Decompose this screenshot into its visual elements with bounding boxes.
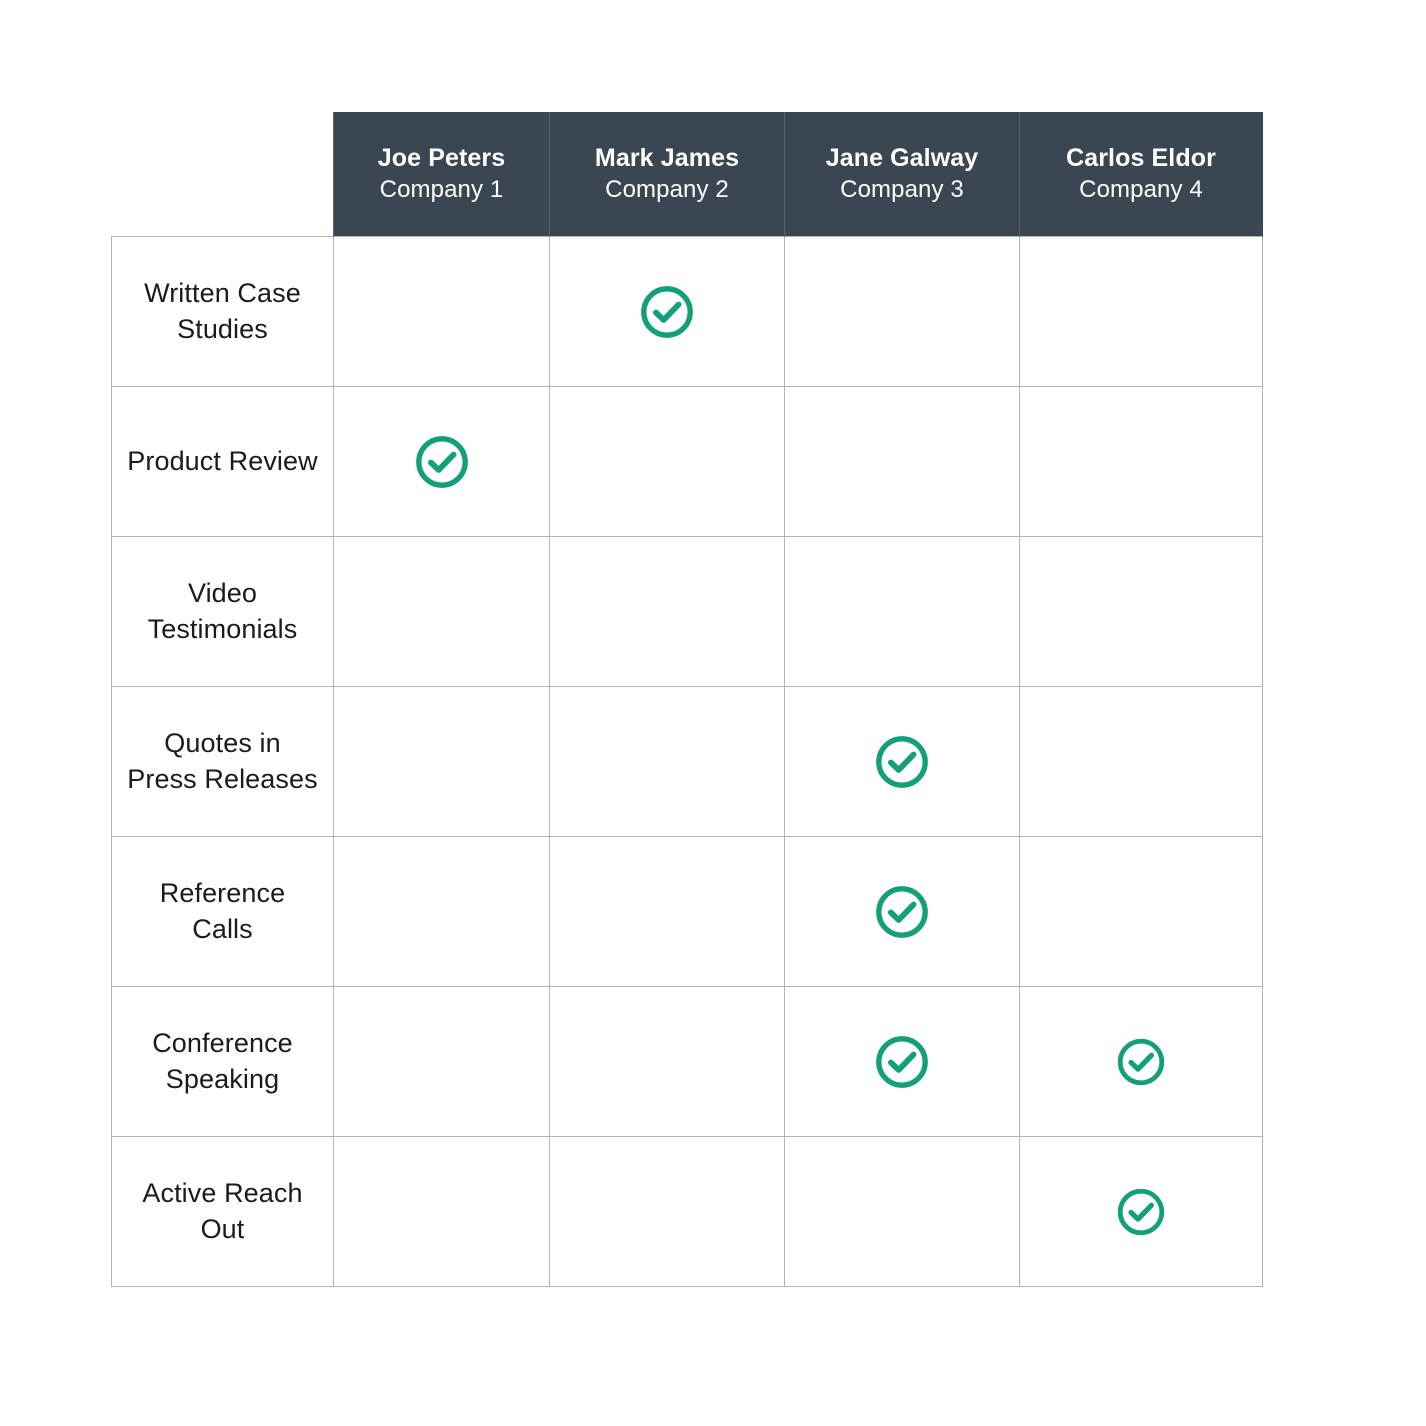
table-row: Quotes in Press Releases	[111, 686, 1263, 837]
table-row: Product Review	[111, 386, 1263, 537]
person-company: Company 4	[1079, 176, 1203, 204]
matrix-cell[interactable]	[1019, 686, 1263, 837]
matrix-cell[interactable]	[784, 536, 1020, 687]
matrix-cell[interactable]	[549, 236, 785, 387]
matrix-cell[interactable]	[333, 236, 550, 387]
table-body: Written Case Studies Product Review Video …	[111, 236, 1263, 1287]
matrix-cell[interactable]	[333, 986, 550, 1137]
matrix-cell[interactable]	[784, 1136, 1020, 1287]
row-label-6: Active Reach Out	[111, 1136, 334, 1287]
matrix-cell[interactable]	[549, 1136, 785, 1287]
table-corner-cell	[112, 112, 334, 237]
table-row: Video Testimonials	[111, 536, 1263, 687]
person-company: Company 2	[605, 176, 729, 204]
matrix-cell[interactable]	[784, 686, 1020, 837]
matrix-cell[interactable]	[549, 836, 785, 987]
matrix-cell[interactable]	[1019, 236, 1263, 387]
matrix-cell[interactable]	[784, 386, 1020, 537]
person-name: Jane Galway	[825, 144, 979, 173]
row-label-3: Quotes in Press Releases	[111, 686, 334, 837]
matrix-cell[interactable]	[549, 986, 785, 1137]
matrix-cell[interactable]	[784, 236, 1020, 387]
matrix-cell[interactable]	[333, 686, 550, 837]
check-circle-icon	[873, 1033, 931, 1091]
matrix-cell[interactable]	[1019, 986, 1263, 1137]
check-circle-icon	[1115, 1186, 1167, 1238]
matrix-cell[interactable]	[549, 386, 785, 537]
matrix-cell[interactable]	[784, 836, 1020, 987]
column-header-person-1[interactable]: Mark James Company 2	[549, 112, 785, 237]
engagement-matrix: Joe Peters Company 1 Mark James Company 2 Ja…	[111, 112, 1263, 1287]
matrix-cell[interactable]	[333, 1136, 550, 1287]
table-row: Conference Speaking	[111, 986, 1263, 1137]
table-row: Active Reach Out	[111, 1136, 1263, 1287]
table-header-row: Joe Peters Company 1 Mark James Company 2 Ja…	[112, 112, 1263, 237]
column-header-person-2[interactable]: Jane Galway Company 3	[784, 112, 1020, 237]
check-circle-icon	[1115, 1036, 1167, 1088]
table-header: Joe Peters Company 1 Mark James Company 2 Ja…	[112, 112, 1263, 237]
matrix-cell[interactable]	[1019, 536, 1263, 687]
row-label-1: Product Review	[111, 386, 334, 537]
matrix-cell[interactable]	[549, 686, 785, 837]
matrix-cell[interactable]	[333, 536, 550, 687]
person-name: Carlos Eldor	[1066, 144, 1216, 173]
check-circle-icon	[413, 433, 471, 491]
column-header-person-3[interactable]: Carlos Eldor Company 4	[1019, 112, 1263, 237]
column-header-person-0[interactable]: Joe Peters Company 1	[333, 112, 550, 237]
row-label-5: Conference Speaking	[111, 986, 334, 1137]
person-name: Joe Peters	[377, 144, 506, 173]
row-label-2: Video Testimonials	[111, 536, 334, 687]
matrix-cell[interactable]	[333, 386, 550, 537]
matrix-cell[interactable]	[1019, 386, 1263, 537]
matrix-cell[interactable]	[549, 536, 785, 687]
matrix-cell[interactable]	[333, 836, 550, 987]
engagement-matrix-table: Joe Peters Company 1 Mark James Company 2 Ja…	[111, 112, 1263, 1287]
matrix-cell[interactable]	[784, 986, 1020, 1137]
matrix-cell[interactable]	[1019, 1136, 1263, 1287]
person-company: Company 3	[840, 176, 964, 204]
table-row: Reference Calls	[111, 836, 1263, 987]
check-circle-icon	[873, 883, 931, 941]
matrix-cell[interactable]	[1019, 836, 1263, 987]
row-label-0: Written Case Studies	[111, 236, 334, 387]
check-circle-icon	[873, 733, 931, 791]
row-label-4: Reference Calls	[111, 836, 334, 987]
table-row: Written Case Studies	[111, 236, 1263, 387]
person-name: Mark James	[594, 144, 740, 173]
person-company: Company 1	[379, 176, 504, 204]
check-circle-icon	[638, 283, 696, 341]
